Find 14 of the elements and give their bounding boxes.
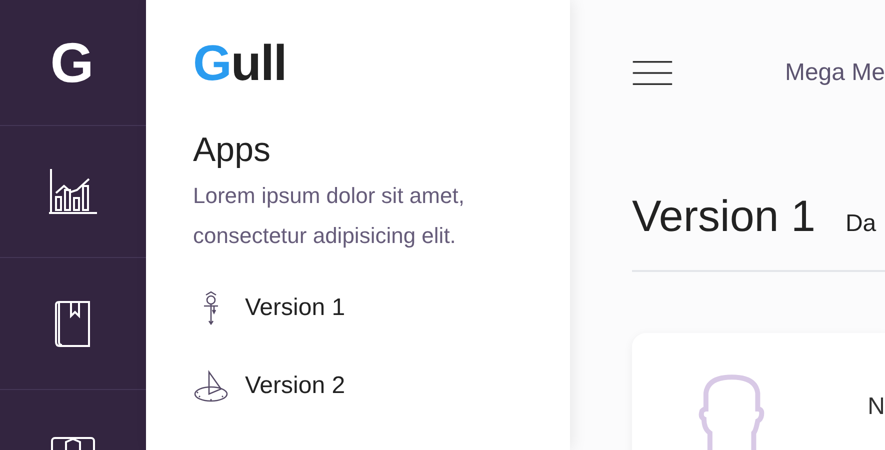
sundial-icon [193, 368, 229, 404]
card-label: N [868, 393, 885, 422]
section-title: Apps [193, 130, 270, 170]
mega-menu-link[interactable]: Mega Me [784, 59, 885, 87]
menu-icon[interactable] [632, 58, 673, 88]
logo[interactable]: G [50, 30, 94, 95]
logo[interactable]: Gull [193, 34, 286, 92]
section-description: Lorem ipsum dolor sit amet, consectetur adipisicing elit. [193, 182, 466, 250]
menu-item[interactable]: Version 2 [245, 372, 346, 400]
chart-icon[interactable] [49, 168, 97, 214]
breadcrumb-link[interactable]: Da [845, 210, 876, 238]
page-title: Version 1 [632, 192, 816, 242]
book-icon[interactable] [54, 300, 92, 348]
menu-item[interactable]: Version 1 [245, 294, 346, 322]
